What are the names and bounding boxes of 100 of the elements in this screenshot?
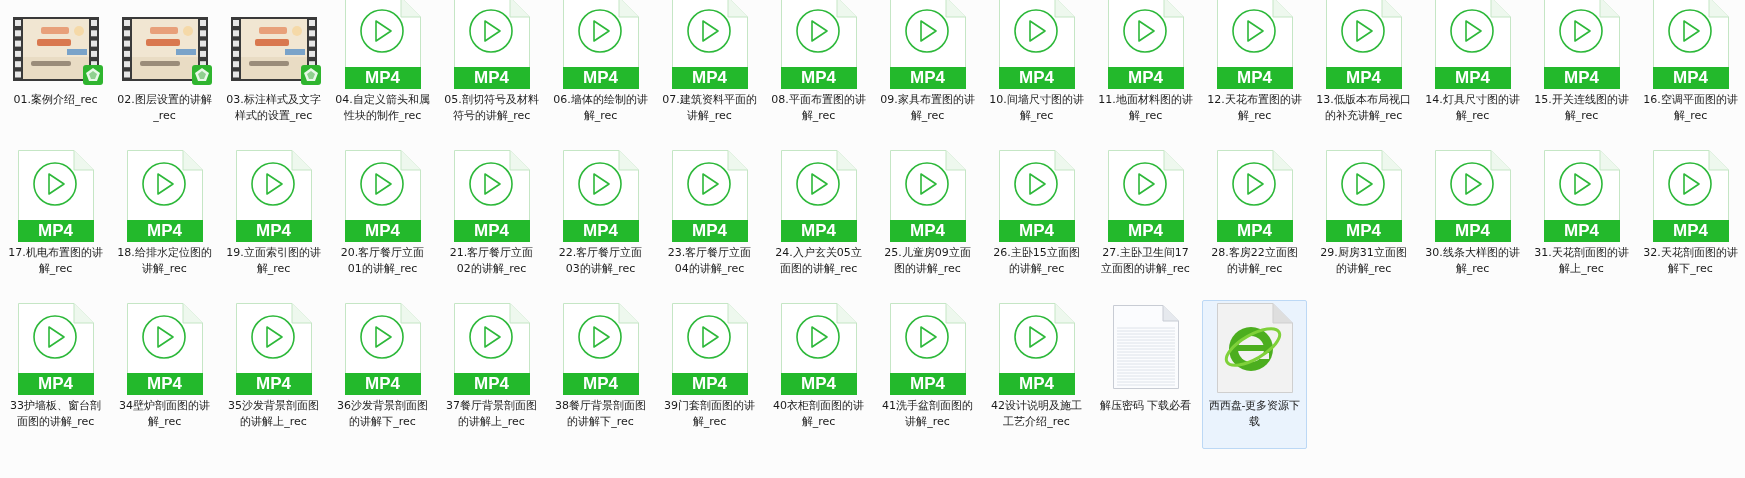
video-file-icon[interactable] [889,303,966,373]
file-item[interactable]: MP4 30.线条大样图的讲解_rec [1420,147,1525,296]
video-file-icon[interactable] [671,0,748,67]
file-item[interactable]: MP4 19.立面索引图的讲解_rec [221,147,326,296]
file-item[interactable]: MP4 38餐厅背景剖面图的讲解下_rec [548,300,653,449]
video-file-icon[interactable] [126,303,203,373]
file-name[interactable]: 10.间墙尺寸图的讲解_rec [988,92,1085,140]
file-name[interactable]: 09.家具布置图的讲解_rec [879,92,976,140]
file-item[interactable]: MP4 11.地面材料图的讲解_rec [1093,0,1198,143]
file-item[interactable]: MP4 26.主卧15立面图的讲解_rec [984,147,1089,296]
video-file-icon[interactable] [1325,0,1402,67]
file-name[interactable]: 42设计说明及施工工艺介绍_rec [988,398,1085,446]
file-item[interactable]: MP4 33护墙板、窗台剖面图的讲解_rec [3,300,108,449]
file-name[interactable]: 02.图层设置的讲解_rec [116,92,213,140]
file-item[interactable]: MP4 09.家具布置图的讲解_rec [875,0,980,143]
video-file-icon[interactable] [780,0,857,67]
file-item[interactable]: MP4 34壁炉剖面图的讲解_rec [112,300,217,449]
file-item[interactable]: MP4 42设计说明及施工工艺介绍_rec [984,300,1089,449]
text-file-icon[interactable] [1112,305,1179,389]
file-name[interactable]: 14.灯具尺寸图的讲解_rec [1424,92,1521,140]
file-name[interactable]: 31.天花剖面图的讲解上_rec [1533,245,1630,293]
file-item[interactable]: MP4 12.天花布置图的讲解_rec [1202,0,1307,143]
file-item[interactable]: MP4 07.建筑资料平面的讲解_rec [657,0,762,143]
video-file-icon[interactable] [780,150,857,220]
file-item[interactable]: 解压密码 下载必看 [1093,300,1198,449]
video-file-icon[interactable] [453,150,530,220]
file-item[interactable]: MP4 39门套剖面图的讲解_rec [657,300,762,449]
video-file-icon[interactable] [344,0,421,67]
file-name[interactable]: 30.线条大样图的讲解_rec [1424,245,1521,293]
video-file-icon[interactable] [453,303,530,373]
file-item[interactable]: MP4 04.自定义箭头和属性块的制作_rec [330,0,435,143]
video-file-icon[interactable] [889,0,966,67]
file-item[interactable]: MP4 27.主卧卫生间17立面图的讲解_rec [1093,147,1198,296]
file-name[interactable]: 16.空调平面图的讲解_rec [1642,92,1739,140]
file-item[interactable]: MP4 40衣柜剖面图的讲解_rec [766,300,871,449]
file-name[interactable]: 01.案例介绍_rec [7,92,104,140]
video-file-icon[interactable] [1216,150,1293,220]
video-file-icon[interactable] [671,150,748,220]
file-name[interactable]: 41洗手盆剖面图的讲解_rec [879,398,976,446]
file-name[interactable]: 22.客厅餐厅立面03的讲解_rec [552,245,649,293]
video-file-icon[interactable] [562,150,639,220]
file-name[interactable]: 20.客厅餐厅立面01的讲解_rec [334,245,431,293]
file-item[interactable]: MP4 41洗手盆剖面图的讲解_rec [875,300,980,449]
file-name[interactable]: 03.标注样式及文字样式的设置_rec [225,92,322,140]
file-name[interactable]: 28.客房22立面图的讲解_rec [1206,245,1303,293]
file-name[interactable]: 19.立面索引图的讲解_rec [225,245,322,293]
file-name[interactable]: 04.自定义箭头和属性块的制作_rec [334,92,431,140]
file-item[interactable]: MP4 24.入户玄关05立面图的讲解_rec [766,147,871,296]
file-item[interactable]: MP4 35沙发背景剖面图的讲解上_rec [221,300,326,449]
video-file-icon[interactable] [562,0,639,67]
file-name[interactable]: 29.厨房31立面图的讲解_rec [1315,245,1412,293]
file-name[interactable]: 40衣柜剖面图的讲解_rec [770,398,867,446]
video-file-icon[interactable] [1543,0,1620,67]
file-name[interactable]: 12.天花布置图的讲解_rec [1206,92,1303,140]
file-name[interactable]: 18.给排水定位图的讲解_rec [116,245,213,293]
video-file-icon[interactable] [1652,150,1729,220]
file-item[interactable]: MP4 14.灯具尺寸图的讲解_rec [1420,0,1525,143]
file-item[interactable]: MP4 23.客厅餐厅立面04的讲解_rec [657,147,762,296]
file-item[interactable]: MP4 06.墙体的绘制的讲解_rec [548,0,653,143]
video-file-icon[interactable] [780,303,857,373]
file-item[interactable]: MP4 05.剖切符号及材料符号的讲解_rec [439,0,544,143]
file-item[interactable]: MP4 08.平面布置图的讲解_rec [766,0,871,143]
file-item[interactable]: 02.图层设置的讲解_rec [112,0,217,143]
video-file-icon[interactable] [998,0,1075,67]
file-item[interactable]: MP4 10.间墙尺寸图的讲解_rec [984,0,1089,143]
browser-file-icon[interactable] [1216,303,1293,393]
file-name[interactable]: 32.天花剖面图的讲解下_rec [1642,245,1739,293]
file-name[interactable]: 08.平面布置图的讲解_rec [770,92,867,140]
video-file-icon[interactable] [453,0,530,67]
file-name[interactable]: 17.机电布置图的讲解_rec [7,245,104,293]
file-item[interactable]: MP4 31.天花剖面图的讲解上_rec [1529,147,1634,296]
file-name[interactable]: 38餐厅背景剖面图的讲解下_rec [552,398,649,446]
file-name[interactable]: 27.主卧卫生间17立面图的讲解_rec [1097,245,1194,293]
file-item[interactable]: MP4 32.天花剖面图的讲解下_rec [1638,147,1743,296]
file-name[interactable]: 解压密码 下载必看 [1097,398,1194,446]
video-file-icon[interactable] [344,150,421,220]
file-item[interactable]: MP4 17.机电布置图的讲解_rec [3,147,108,296]
file-name[interactable]: 21.客厅餐厅立面02的讲解_rec [443,245,540,293]
file-name[interactable]: 15.开关连线图的讲解_rec [1533,92,1630,140]
file-item[interactable]: 03.标注样式及文字样式的设置_rec [221,0,326,143]
file-name[interactable]: 39门套剖面图的讲解_rec [661,398,758,446]
file-name[interactable]: 37餐厅背景剖面图的讲解上_rec [443,398,540,446]
file-name[interactable]: 25.儿童房09立面图的讲解_rec [879,245,976,293]
file-item[interactable]: MP4 25.儿童房09立面图的讲解_rec [875,147,980,296]
file-name[interactable]: 36沙发背景剖面图的讲解下_rec [334,398,431,446]
video-file-icon[interactable] [126,150,203,220]
file-item[interactable]: MP4 36沙发背景剖面图的讲解下_rec [330,300,435,449]
video-file-icon[interactable] [1325,150,1402,220]
file-name[interactable]: 33护墙板、窗台剖面图的讲解_rec [7,398,104,446]
file-name[interactable]: 34壁炉剖面图的讲解_rec [116,398,213,446]
video-file-icon[interactable] [235,150,312,220]
file-name[interactable]: 23.客厅餐厅立面04的讲解_rec [661,245,758,293]
video-file-icon[interactable] [998,303,1075,373]
video-file-icon[interactable] [1107,150,1184,220]
file-name[interactable]: 06.墙体的绘制的讲解_rec [552,92,649,140]
file-item[interactable]: MP4 18.给排水定位图的讲解_rec [112,147,217,296]
file-name[interactable]: 07.建筑资料平面的讲解_rec [661,92,758,140]
file-name[interactable]: 05.剖切符号及材料符号的讲解_rec [443,92,540,140]
file-name[interactable]: 西西盘-更多资源下载 [1206,398,1303,446]
file-item[interactable]: MP4 20.客厅餐厅立面01的讲解_rec [330,147,435,296]
